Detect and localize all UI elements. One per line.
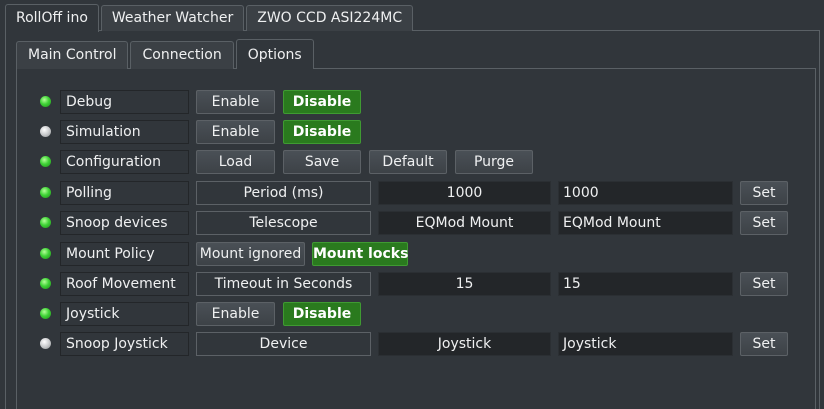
property-label: Snoop Joystick <box>60 332 189 356</box>
group-tab-bar: Main Control Connection Options <box>16 39 316 69</box>
property-label: Simulation <box>60 120 189 144</box>
current-value: EQMod Mount <box>378 211 551 235</box>
config-load-button[interactable]: Load <box>196 150 275 174</box>
status-led-icon <box>40 187 51 198</box>
tab-label: Weather Watcher <box>111 10 234 26</box>
tab-options[interactable]: Options <box>235 39 314 69</box>
property-row-polling: Polling Period (ms) 1000 1000 Set <box>0 181 824 205</box>
polling-period-input[interactable]: 1000 <box>558 181 733 205</box>
mount-ignored-button[interactable]: Mount ignored <box>196 242 305 266</box>
mount-locks-button[interactable]: Mount locks <box>312 242 408 266</box>
property-row-simulation: Simulation Enable Disable <box>0 120 824 144</box>
property-label: Polling <box>60 181 189 205</box>
status-led-icon <box>40 308 51 319</box>
current-value: Joystick <box>378 332 551 356</box>
status-led-icon <box>40 217 51 228</box>
config-default-button[interactable]: Default <box>369 150 447 174</box>
debug-disable-button[interactable]: Disable <box>283 90 361 114</box>
property-label: Mount Policy <box>60 242 189 266</box>
debug-enable-button[interactable]: Enable <box>196 90 275 114</box>
joystick-disable-button[interactable]: Disable <box>283 302 361 326</box>
config-save-button[interactable]: Save <box>283 150 361 174</box>
tab-label: Connection <box>142 47 222 63</box>
property-label: Joystick <box>60 302 189 326</box>
property-row-configuration: Configuration Load Save Default Purge <box>0 150 824 174</box>
property-row-snoop-devices: Snoop devices Telescope EQMod Mount EQMo… <box>0 211 824 235</box>
simulation-disable-button[interactable]: Disable <box>283 120 361 144</box>
status-led-icon <box>40 126 51 137</box>
current-value: 15 <box>378 272 551 296</box>
field-label: Device <box>196 332 371 356</box>
device-tab-bar: RollOff ino Weather Watcher ZWO CCD ASI2… <box>5 4 415 32</box>
status-led-icon <box>40 96 51 107</box>
field-label: Timeout in Seconds <box>196 272 371 296</box>
property-row-roof-movement: Roof Movement Timeout in Seconds 15 15 S… <box>0 272 824 296</box>
field-label: Telescope <box>196 211 371 235</box>
tab-rolloff-ino[interactable]: RollOff ino <box>5 4 99 32</box>
tab-zwo-ccd[interactable]: ZWO CCD ASI224MC <box>246 5 414 31</box>
tab-connection[interactable]: Connection <box>130 41 234 69</box>
property-label: Snoop devices <box>60 211 189 235</box>
property-label: Roof Movement <box>60 272 189 296</box>
snoop-devices-set-button[interactable]: Set <box>740 211 788 235</box>
snoop-telescope-input[interactable]: EQMod Mount <box>558 211 733 235</box>
polling-set-button[interactable]: Set <box>740 181 788 205</box>
snoop-joystick-set-button[interactable]: Set <box>740 332 788 356</box>
tab-label: Options <box>247 47 302 63</box>
status-led-icon <box>40 248 51 259</box>
field-label: Period (ms) <box>196 181 371 205</box>
simulation-enable-button[interactable]: Enable <box>196 120 275 144</box>
roof-timeout-input[interactable]: 15 <box>558 272 733 296</box>
property-label: Configuration <box>60 150 189 174</box>
status-led-icon <box>40 278 51 289</box>
tab-label: Main Control <box>28 47 117 63</box>
property-label: Debug <box>60 90 189 114</box>
roof-movement-set-button[interactable]: Set <box>740 272 788 296</box>
tab-label: ZWO CCD ASI224MC <box>257 10 403 26</box>
property-row-mount-policy: Mount Policy Mount ignored Mount locks <box>0 242 824 266</box>
current-value: 1000 <box>378 181 551 205</box>
status-led-icon <box>40 156 51 167</box>
status-led-icon <box>40 338 51 349</box>
property-row-joystick: Joystick Enable Disable <box>0 302 824 326</box>
config-purge-button[interactable]: Purge <box>455 150 533 174</box>
property-row-debug: Debug Enable Disable <box>0 90 824 114</box>
joystick-enable-button[interactable]: Enable <box>196 302 275 326</box>
tab-weather-watcher[interactable]: Weather Watcher <box>100 5 245 31</box>
property-row-snoop-joystick: Snoop Joystick Device Joystick Joystick … <box>0 332 824 356</box>
snoop-joystick-input[interactable]: Joystick <box>558 332 733 356</box>
tab-label: RollOff ino <box>16 10 88 26</box>
tab-main-control[interactable]: Main Control <box>16 41 129 69</box>
